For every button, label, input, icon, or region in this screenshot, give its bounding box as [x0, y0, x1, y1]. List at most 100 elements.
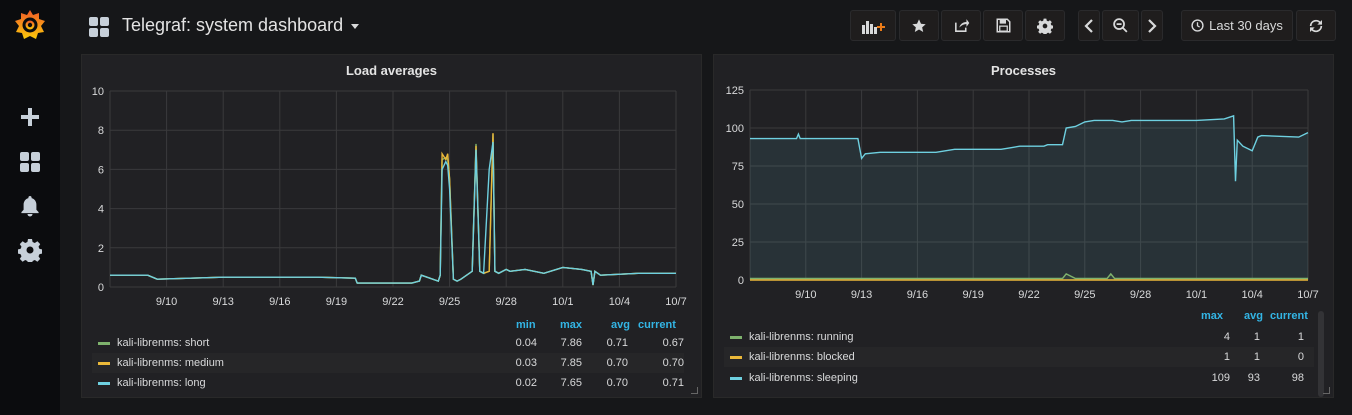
dashboard-title-text: Telegraf: system dashboard	[122, 15, 344, 35]
series-color-swatch[interactable]	[98, 342, 110, 345]
time-forward-button[interactable]	[1141, 10, 1163, 41]
save-icon	[996, 18, 1010, 33]
legend-row[interactable]: kali-librenms: sleeping 109 93 98	[724, 368, 1314, 388]
legend-header-current[interactable]: current	[638, 319, 676, 331]
x-tick-label: 10/7	[665, 296, 686, 308]
add-panel-button[interactable]	[850, 10, 896, 41]
panel-resize-handle[interactable]	[1323, 387, 1330, 394]
series-current: 98	[1291, 372, 1304, 384]
series-name[interactable]: kali-librenms: sleeping	[749, 372, 858, 384]
series-name[interactable]: kali-librenms: running	[749, 331, 854, 343]
series-current: 0.70	[662, 357, 684, 369]
processes-chart[interactable]: 0 25 50 75 100 125 9/10 9/13 9/16 9/19 9/22 9/25 9/2…	[714, 55, 1334, 307]
save-button[interactable]	[983, 10, 1023, 41]
series-avg: 1	[1253, 351, 1260, 363]
legend-header-current[interactable]: current	[1270, 310, 1308, 322]
legend-row[interactable]: kali-librenms: blocked 1 1 0	[724, 347, 1314, 367]
load-averages-chart[interactable]: 0 2 4 6 8 10 9/10 9/13 9/16 9/19 9/22 9/25 9/28 10/1 1…	[82, 55, 702, 317]
clock-icon	[1191, 19, 1204, 32]
series-avg: 0.70	[606, 357, 628, 369]
y-tick-label: 4	[98, 204, 104, 216]
x-tick-label: 10/7	[1297, 289, 1318, 301]
series-color-swatch[interactable]	[98, 362, 110, 365]
series-name[interactable]: kali-librenms: short	[117, 337, 209, 349]
gear-icon[interactable]	[18, 238, 42, 262]
series-color-swatch[interactable]	[98, 382, 110, 385]
dashboard-title[interactable]: Telegraf: system dashboard	[122, 15, 360, 36]
dashboards-icon[interactable]	[18, 150, 42, 174]
legend-row[interactable]: kali-librenms: running 4 1 1	[724, 327, 1314, 347]
legend-row[interactable]: kali-librenms: short 0.04 7.86 0.71 0.67	[92, 333, 684, 353]
grid-lines	[109, 90, 677, 288]
y-tick-label: 8	[98, 125, 104, 137]
x-tick-label: 9/25	[1074, 289, 1095, 301]
x-tick-label: 9/22	[382, 296, 403, 308]
legend-row[interactable]: kali-librenms: medium 0.03 7.85 0.70 0.7…	[92, 353, 684, 373]
series-max: 7.85	[560, 357, 582, 369]
time-range-label: Last 30 days	[1209, 18, 1283, 33]
y-tick-label: 50	[732, 199, 744, 211]
zoom-out-icon	[1113, 18, 1128, 33]
x-tick-label: 9/10	[795, 289, 816, 301]
legend-header-avg[interactable]: avg	[1244, 310, 1263, 322]
x-tick-label: 9/16	[907, 289, 928, 301]
series-name[interactable]: kali-librenms: medium	[117, 357, 224, 369]
series-max: 4	[1223, 331, 1230, 343]
series-color-swatch[interactable]	[730, 356, 742, 359]
share-button[interactable]	[941, 10, 981, 41]
series-color-swatch[interactable]	[730, 336, 742, 339]
x-tick-label: 10/4	[609, 296, 630, 308]
legend-header-min[interactable]: min	[516, 319, 536, 331]
time-picker-button[interactable]: Last 30 days	[1181, 10, 1293, 41]
legend-scrollbar[interactable]	[1318, 311, 1324, 397]
zoom-out-button[interactable]	[1102, 10, 1139, 41]
y-tick-label: 6	[98, 164, 104, 176]
series-max: 109	[1211, 372, 1230, 384]
series-min: 0.03	[515, 357, 537, 369]
y-tick-label: 100	[726, 123, 744, 135]
legend-header-avg[interactable]: avg	[611, 319, 630, 331]
x-tick-label: 9/10	[156, 296, 177, 308]
star-button[interactable]	[899, 10, 939, 41]
refresh-button[interactable]	[1296, 10, 1336, 41]
x-tick-label: 9/28	[495, 296, 516, 308]
y-tick-label: 25	[732, 237, 744, 249]
x-tick-label: 9/19	[326, 296, 347, 308]
bell-icon[interactable]	[18, 194, 42, 218]
series-current: 0.71	[662, 377, 684, 389]
legend-header-max[interactable]: max	[560, 319, 582, 331]
chevron-down-icon	[351, 23, 360, 29]
x-tick-label: 9/22	[1018, 289, 1039, 301]
series-min: 0.04	[515, 337, 537, 349]
settings-icon	[1037, 18, 1053, 34]
top-navbar: Telegraf: system dashboard Last 30 days	[60, 0, 1352, 52]
x-tick-label: 10/1	[1186, 289, 1207, 301]
series-name[interactable]: kali-librenms: long	[117, 377, 206, 389]
x-tick-label: 9/16	[269, 296, 290, 308]
legend-header-max[interactable]: max	[1201, 310, 1223, 322]
series-current: 1	[1297, 331, 1304, 343]
x-tick-label: 9/13	[851, 289, 872, 301]
panel-resize-handle[interactable]	[691, 387, 698, 394]
chevron-right-icon	[1148, 18, 1157, 33]
series-current: 0.67	[662, 337, 684, 349]
series-color-swatch[interactable]	[730, 377, 742, 380]
legend-row[interactable]: kali-librenms: long 0.02 7.65 0.70 0.71	[92, 373, 684, 393]
plus-icon[interactable]	[18, 105, 42, 129]
panel-processes: Processes 0 25 50 75 100 125 9/10 9/13 9/16 9/19 9…	[713, 54, 1334, 398]
grafana-logo-icon[interactable]	[13, 8, 47, 42]
x-tick-label: 10/4	[1241, 289, 1262, 301]
side-menu	[0, 0, 60, 415]
x-tick-label: 9/19	[962, 289, 983, 301]
panel-load-averages: Load averages 0 2 4 6 8 10 9/10 9/13 9/16 9/19 9/2…	[81, 54, 702, 398]
series-name[interactable]: kali-librenms: blocked	[749, 351, 855, 363]
series-avg: 0.71	[606, 337, 628, 349]
y-tick-label: 75	[732, 161, 744, 173]
settings-button[interactable]	[1025, 10, 1065, 41]
series-max: 7.86	[560, 337, 582, 349]
dashboard-grid-icon[interactable]	[88, 16, 110, 38]
time-back-button[interactable]	[1078, 10, 1100, 41]
x-tick-label: 9/13	[212, 296, 233, 308]
series-avg: 93	[1247, 372, 1260, 384]
y-tick-label: 0	[98, 282, 104, 294]
